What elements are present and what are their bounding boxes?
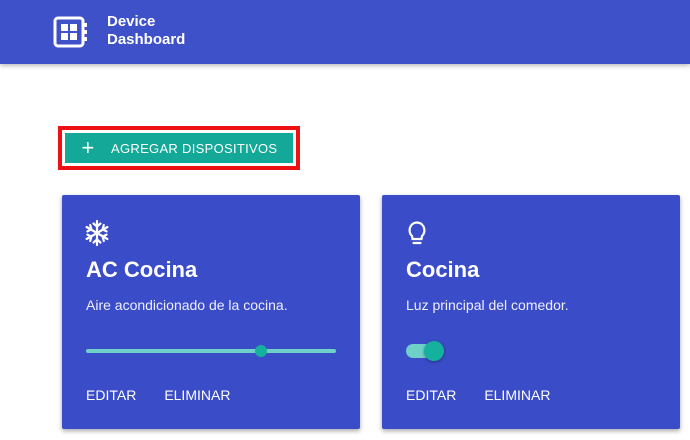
toggle-thumb[interactable] xyxy=(424,341,444,361)
edit-button[interactable]: EDITAR xyxy=(86,387,136,403)
add-devices-label: AGREGAR DISPOSITIVOS xyxy=(111,140,278,156)
card-actions: EDITAR ELIMINAR xyxy=(86,387,230,403)
app-title-line2: Dashboard xyxy=(107,31,186,48)
add-devices-button[interactable]: + AGREGAR DISPOSITIVOS xyxy=(65,133,293,163)
app-title: Device Dashboard xyxy=(107,13,227,49)
slider-thumb[interactable] xyxy=(255,345,267,357)
device-description: Aire acondicionado de la cocina. xyxy=(86,297,288,313)
app-title-line1: Device xyxy=(107,13,156,30)
device-title: Cocina xyxy=(406,257,480,282)
dashboard-icon xyxy=(53,16,87,48)
snowflake-icon xyxy=(85,219,109,247)
device-description: Luz principal del comedor. xyxy=(406,297,569,313)
delete-button[interactable]: ELIMINAR xyxy=(484,387,550,403)
lightbulb-icon xyxy=(408,221,426,245)
delete-button[interactable]: ELIMINAR xyxy=(164,387,230,403)
edit-button[interactable]: EDITAR xyxy=(406,387,456,403)
device-card-light: Cocina Luz principal del comedor. EDITAR… xyxy=(382,195,680,429)
device-card-ac: AC Cocina Aire acondicionado de la cocin… xyxy=(62,195,360,429)
card-actions: EDITAR ELIMINAR xyxy=(406,387,550,403)
temperature-slider[interactable] xyxy=(86,345,336,357)
top-app-bar: Device Dashboard xyxy=(0,0,690,64)
plus-icon: + xyxy=(81,135,95,160)
power-toggle[interactable] xyxy=(406,341,444,361)
slider-track[interactable] xyxy=(86,349,336,353)
device-title: AC Cocina xyxy=(86,257,198,282)
